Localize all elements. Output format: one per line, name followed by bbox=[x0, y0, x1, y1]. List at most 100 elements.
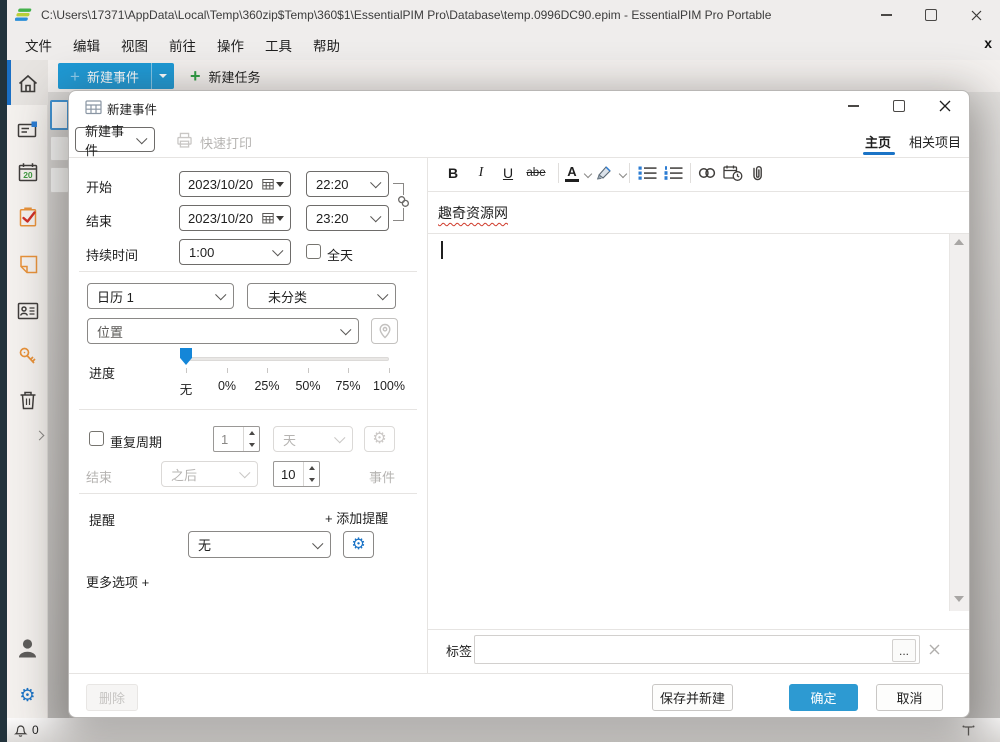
end-time-select[interactable]: 23:20 bbox=[306, 205, 389, 231]
tags-input[interactable] bbox=[479, 638, 883, 662]
active-tab-underline bbox=[863, 152, 895, 155]
recurrence-label: 重复周期 bbox=[110, 432, 162, 451]
menu-tools[interactable]: 工具 bbox=[261, 33, 296, 57]
all-day-checkbox[interactable] bbox=[306, 244, 321, 259]
start-date-value: 2023/10/20 bbox=[188, 177, 253, 192]
menu-view[interactable]: 视图 bbox=[117, 33, 152, 57]
tags-label: 标签 bbox=[446, 641, 472, 660]
mini-calendar-icon bbox=[262, 178, 274, 190]
divider bbox=[428, 629, 969, 630]
numbered-list-icon bbox=[664, 165, 683, 181]
recurrence-count-spinner[interactable]: 10 bbox=[273, 461, 320, 487]
category-select[interactable]: 未分类 bbox=[247, 283, 396, 309]
new-event-split-button[interactable]: + 新建事件 bbox=[58, 63, 174, 89]
item-type-selector[interactable]: 新建事件 bbox=[75, 127, 155, 152]
new-task-button[interactable]: + 新建任务 bbox=[178, 63, 273, 89]
notes-editor-area[interactable] bbox=[428, 234, 948, 629]
bell-icon[interactable] bbox=[13, 722, 28, 738]
recurrence-end-mode-select[interactable]: 之后 bbox=[161, 461, 258, 487]
sidebar-item-mail[interactable] bbox=[7, 110, 48, 150]
sidebar-item-settings[interactable]: ⚙ bbox=[7, 675, 48, 715]
scroll-down-arrow[interactable] bbox=[954, 596, 964, 602]
add-reminder-button[interactable]: + 添加提醒 bbox=[325, 508, 388, 527]
cancel-button[interactable]: 取消 bbox=[876, 684, 943, 711]
editor-scrollbar[interactable] bbox=[949, 234, 969, 611]
close-button[interactable] bbox=[954, 0, 998, 30]
start-date-input[interactable]: 2023/10/20 bbox=[179, 171, 291, 197]
more-options-button[interactable]: 更多选项 + bbox=[86, 572, 149, 591]
spin-up-button[interactable] bbox=[244, 427, 259, 439]
menubar-close-x[interactable]: x bbox=[984, 35, 992, 51]
highlight-button[interactable] bbox=[593, 161, 615, 185]
tab-home[interactable]: 主页 bbox=[865, 132, 891, 151]
dialog-maximize-button[interactable] bbox=[883, 93, 915, 119]
duration-select[interactable]: 1:00 bbox=[179, 239, 291, 265]
start-time-select[interactable]: 22:20 bbox=[306, 171, 389, 197]
sidebar-item-calendar[interactable]: 20 bbox=[7, 152, 48, 192]
strikethrough-button[interactable]: abe bbox=[521, 161, 551, 185]
dialog-close-button[interactable] bbox=[929, 93, 961, 119]
quick-print-button[interactable]: 快速打印 bbox=[200, 133, 252, 152]
reminder-select[interactable]: 无 bbox=[188, 531, 331, 558]
sidebar-item-profile[interactable] bbox=[7, 628, 48, 668]
location-map-button[interactable] bbox=[371, 318, 398, 344]
spin-up-button[interactable] bbox=[304, 462, 319, 474]
insert-date-button[interactable] bbox=[721, 161, 745, 185]
scroll-up-arrow[interactable] bbox=[954, 239, 964, 245]
end-date-input[interactable]: 2023/10/20 bbox=[179, 205, 291, 231]
event-subject-field[interactable]: 趣奇资源网 bbox=[438, 203, 508, 223]
save-and-new-button[interactable]: 保存并新建 bbox=[652, 684, 733, 711]
minimize-button[interactable] bbox=[864, 0, 908, 30]
sidebar-item-tasks[interactable] bbox=[7, 197, 48, 237]
sidebar-item-home[interactable] bbox=[7, 60, 48, 105]
font-color-button[interactable]: A bbox=[563, 161, 581, 185]
chevron-down-icon[interactable] bbox=[619, 170, 627, 178]
menu-help[interactable]: 帮助 bbox=[309, 33, 344, 57]
menu-edit[interactable]: 编辑 bbox=[69, 33, 104, 57]
recurrence-settings-button[interactable]: ⚙ bbox=[364, 426, 395, 452]
underline-button[interactable]: U bbox=[496, 161, 520, 185]
italic-button[interactable]: I bbox=[469, 161, 493, 185]
sidebar-collapse-button[interactable] bbox=[7, 422, 48, 448]
ok-button[interactable]: 确定 bbox=[789, 684, 858, 711]
recurrence-interval-spinner[interactable]: 1 bbox=[213, 426, 260, 452]
spin-down-button[interactable] bbox=[304, 474, 319, 486]
sidebar-item-contacts[interactable] bbox=[7, 291, 48, 331]
tags-more-button[interactable]: ... bbox=[892, 639, 916, 662]
chevron-down-icon[interactable] bbox=[584, 170, 592, 178]
progress-slider-track[interactable] bbox=[186, 357, 389, 361]
location-combobox[interactable]: 位置 bbox=[87, 318, 359, 344]
location-placeholder: 位置 bbox=[97, 322, 123, 341]
new-event-dropdown-button[interactable] bbox=[151, 63, 174, 89]
recurrence-unit-select[interactable]: 天 bbox=[273, 426, 353, 452]
calendar-entry[interactable] bbox=[50, 136, 69, 161]
dialog-minimize-button[interactable] bbox=[837, 93, 869, 119]
calendar-entry-selected[interactable] bbox=[50, 100, 69, 130]
date-picker-icon[interactable] bbox=[262, 212, 284, 224]
bullet-list-button[interactable] bbox=[635, 161, 659, 185]
insert-link-button[interactable] bbox=[695, 161, 719, 185]
reminder-settings-button[interactable]: ⚙ bbox=[343, 531, 374, 558]
menu-goto[interactable]: 前往 bbox=[165, 33, 200, 57]
calendar-entry[interactable] bbox=[50, 167, 69, 193]
attach-file-button[interactable] bbox=[747, 161, 767, 185]
dialog-title: 新建事件 bbox=[107, 99, 157, 118]
numbered-list-button[interactable] bbox=[661, 161, 685, 185]
progress-tick-75: 75% bbox=[335, 379, 360, 393]
bold-button[interactable]: B bbox=[441, 161, 465, 185]
tags-clear-icon[interactable] bbox=[929, 644, 940, 655]
progress-slider-handle[interactable] bbox=[180, 348, 192, 365]
sidebar-item-notes[interactable] bbox=[7, 244, 48, 284]
maximize-button[interactable] bbox=[909, 0, 953, 30]
menu-actions[interactable]: 操作 bbox=[213, 33, 248, 57]
active-indicator bbox=[7, 60, 11, 105]
tab-related-items[interactable]: 相关项目 bbox=[909, 132, 961, 151]
sidebar-item-passwords[interactable] bbox=[7, 337, 48, 377]
delete-button[interactable]: 删除 bbox=[86, 684, 138, 711]
calendar-select[interactable]: 日历 1 bbox=[87, 283, 234, 309]
date-picker-icon[interactable] bbox=[262, 178, 284, 190]
recurrence-checkbox[interactable] bbox=[89, 431, 104, 446]
spin-down-button[interactable] bbox=[244, 439, 259, 451]
menu-file[interactable]: 文件 bbox=[21, 33, 56, 57]
sidebar-item-trash[interactable] bbox=[7, 380, 48, 420]
